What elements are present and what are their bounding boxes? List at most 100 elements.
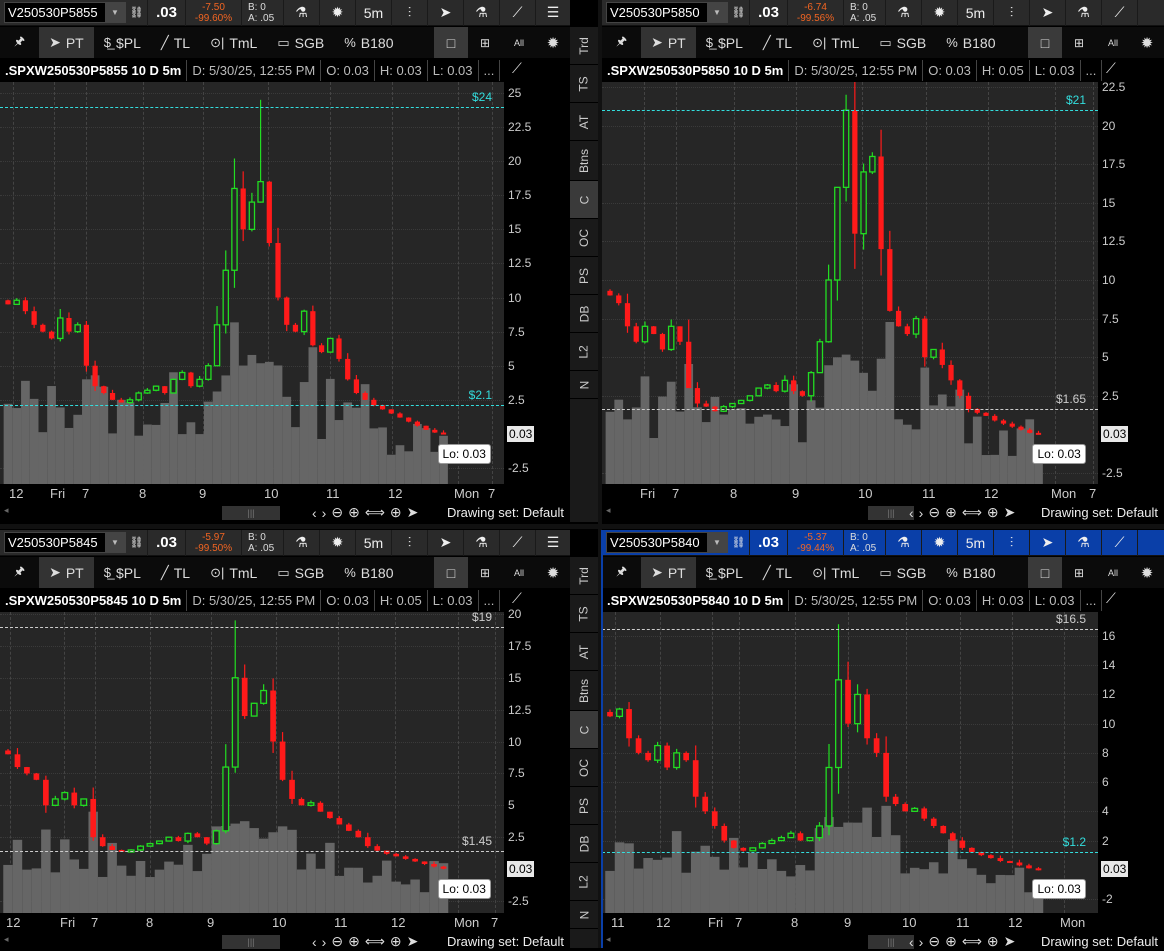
- tml-tool-button[interactable]: ⊙| TmL: [802, 27, 869, 58]
- scroll-left-arrow[interactable]: ◂: [4, 934, 9, 945]
- drawing-set-selector[interactable]: Drawing set: Default: [1041, 505, 1158, 520]
- gear-icon[interactable]: ✹: [922, 529, 958, 556]
- side-tab-n[interactable]: N: [570, 901, 598, 929]
- pan-icon[interactable]: ⟺: [365, 504, 385, 521]
- candle-style-icon[interactable]: ⫶: [994, 529, 1030, 556]
- symbol-value[interactable]: V250530P5840: [610, 535, 700, 550]
- pointer-tool-button[interactable]: ➤ PT: [641, 557, 696, 588]
- flask-icon[interactable]: ⚗: [1066, 529, 1102, 556]
- zoom-out-icon[interactable]: ⊖: [928, 504, 940, 521]
- cursor-icon[interactable]: ➤: [1030, 0, 1066, 26]
- tml-tool-button[interactable]: ⊙| TmL: [802, 557, 869, 588]
- pl-tool-button[interactable]: $̲ $PL: [94, 27, 151, 58]
- sgb-tool-button[interactable]: ▭ SGB: [267, 557, 334, 588]
- symbol-dropdown-button[interactable]: ▼: [707, 3, 727, 22]
- side-tab-btns[interactable]: Btns: [570, 671, 598, 711]
- scroll-right-small[interactable]: ›: [919, 934, 924, 950]
- cursor-icon[interactable]: ➤: [1004, 504, 1016, 521]
- price-level-line[interactable]: [602, 110, 1098, 112]
- single-layout-button[interactable]: □: [434, 557, 468, 588]
- side-tab-db[interactable]: DB: [570, 825, 598, 863]
- all-button[interactable]: All: [1096, 27, 1130, 58]
- scroll-bar[interactable]: ◂ ||| ‹ › ⊖ ⊕ ⟺ ⊕ ➤ Drawing set: Default: [602, 932, 1164, 951]
- single-layout-button[interactable]: □: [1028, 557, 1062, 588]
- studies-icon[interactable]: ⟋: [1106, 590, 1116, 607]
- pin-button[interactable]: 🖈: [602, 27, 641, 58]
- interval-button[interactable]: 5m: [356, 529, 392, 556]
- side-tab-trd[interactable]: Trd: [570, 27, 598, 65]
- symbol-input[interactable]: V250530P5845 ▼: [4, 532, 126, 553]
- scroll-bar[interactable]: ◂ ||| ‹ › ⊖ ⊕ ⟺ ⊕ ➤ Drawing set: Default: [0, 503, 570, 522]
- side-tab-ts[interactable]: TS: [570, 65, 598, 103]
- price-axis[interactable]: 16 14 12 10 8 6 4 2 -2 0.03: [1098, 612, 1164, 913]
- grid-layout-button[interactable]: ⊞: [468, 27, 502, 58]
- symbol-value[interactable]: V250530P5845: [8, 535, 98, 550]
- side-tab-ps[interactable]: PS: [570, 257, 598, 295]
- panel-divider[interactable]: [0, 524, 1164, 529]
- pin-button[interactable]: 🖈: [0, 27, 39, 58]
- all-button[interactable]: All: [502, 557, 536, 588]
- scroll-bar[interactable]: ◂ ||| ‹ › ⊖ ⊕ ⟺ ⊕ ➤ Drawing set: Default: [0, 932, 570, 951]
- cursor-icon[interactable]: ➤: [428, 529, 464, 556]
- b180-tool-button[interactable]: % B180: [334, 557, 403, 588]
- more-readout[interactable]: ...: [1081, 60, 1103, 81]
- drawing-set-selector[interactable]: Drawing set: Default: [1041, 934, 1158, 949]
- studies-icon[interactable]: ⟋: [512, 590, 522, 607]
- crosshair-icon[interactable]: ⊕: [390, 933, 402, 950]
- tl-tool-button[interactable]: ╱ TL: [753, 27, 802, 58]
- side-tab-oc[interactable]: OC: [570, 749, 598, 787]
- tml-tool-button[interactable]: ⊙| TmL: [200, 557, 267, 588]
- side-tab-c[interactable]: C: [570, 711, 598, 749]
- symbol-input[interactable]: V250530P5855 ▼: [4, 2, 126, 23]
- pointer-tool-button[interactable]: ➤ PT: [641, 27, 696, 58]
- drawing-tools-icon[interactable]: ⟋: [500, 0, 536, 26]
- b180-tool-button[interactable]: % B180: [936, 557, 1005, 588]
- link-icon[interactable]: ⛓: [728, 0, 750, 26]
- price-level-line[interactable]: [602, 852, 1098, 854]
- b180-tool-button[interactable]: % B180: [936, 27, 1005, 58]
- flask-icon[interactable]: ⚗: [464, 0, 500, 26]
- sgb-tool-button[interactable]: ▭ SGB: [267, 27, 334, 58]
- pl-tool-button[interactable]: $̲ $PL: [94, 557, 151, 588]
- pl-tool-button[interactable]: $̲ $PL: [696, 557, 753, 588]
- chart-settings-icon[interactable]: ✹: [1130, 557, 1164, 588]
- zoom-out-icon[interactable]: ⊖: [331, 504, 343, 521]
- drawing-tools-icon[interactable]: ⟋: [1102, 529, 1138, 556]
- scroll-left-small[interactable]: ‹: [312, 934, 317, 950]
- symbol-dropdown-button[interactable]: ▼: [707, 533, 727, 552]
- scroll-left-arrow[interactable]: ◂: [606, 505, 611, 516]
- grid-layout-button[interactable]: ⊞: [1062, 27, 1096, 58]
- side-tab-c[interactable]: C: [570, 181, 598, 219]
- price-level-line[interactable]: [0, 405, 504, 407]
- pin-button[interactable]: 🖈: [602, 557, 641, 588]
- menu-list-icon[interactable]: ☰: [536, 0, 570, 26]
- gear-icon[interactable]: ✹: [320, 529, 356, 556]
- candle-style-icon[interactable]: ⫶: [392, 529, 428, 556]
- price-chart[interactable]: $19 $1.45 Lo: 0.03: [0, 612, 504, 913]
- sgb-tool-button[interactable]: ▭ SGB: [869, 27, 936, 58]
- drawing-set-selector[interactable]: Drawing set: Default: [447, 505, 564, 520]
- side-tab-at[interactable]: AT: [570, 633, 598, 671]
- price-level-line[interactable]: [602, 408, 1098, 410]
- side-tab-l2[interactable]: L2: [570, 863, 598, 901]
- pin-button[interactable]: 🖈: [0, 557, 39, 588]
- price-axis[interactable]: 25 22.5 20 17.5 15 12.5 10 7.5 5 2.5 -2.5 0.03: [504, 82, 570, 484]
- gear-icon[interactable]: ✹: [922, 0, 958, 26]
- more-readout[interactable]: ...: [479, 60, 501, 81]
- tl-tool-button[interactable]: ╱ TL: [753, 557, 802, 588]
- zoom-in-icon[interactable]: ⊕: [348, 933, 360, 950]
- price-chart[interactable]: $24 $2.1 Lo: 0.03: [0, 82, 504, 484]
- flask-icon[interactable]: ⚗: [1066, 0, 1102, 26]
- scroll-left-small[interactable]: ‹: [909, 934, 914, 950]
- price-axis[interactable]: 22.5 20 17.5 15 12.5 10 7.5 5 2.5 -2.5 0.03: [1098, 80, 1164, 484]
- more-readout[interactable]: ...: [1081, 590, 1103, 611]
- scroll-left-arrow[interactable]: ◂: [4, 505, 9, 516]
- zoom-out-icon[interactable]: ⊖: [331, 933, 343, 950]
- price-level-line[interactable]: [602, 628, 1098, 630]
- interval-button[interactable]: 5m: [356, 0, 392, 26]
- drawing-tools-icon[interactable]: ⟋: [500, 529, 536, 556]
- zoom-in-icon[interactable]: ⊕: [945, 933, 957, 950]
- zoom-in-icon[interactable]: ⊕: [348, 504, 360, 521]
- side-tab-n[interactable]: N: [570, 371, 598, 399]
- side-tab-at[interactable]: AT: [570, 103, 598, 141]
